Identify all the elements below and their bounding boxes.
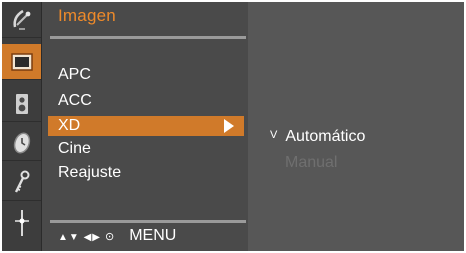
submenu-option-automatico[interactable]: V Automático: [270, 125, 365, 145]
picture-category[interactable]: [2, 44, 41, 80]
ok-button-icon: ⊙: [104, 230, 116, 243]
submenu-option-label: Automático: [285, 128, 366, 145]
nav-arrows-glyphs: ▲▼ ◀▶: [58, 231, 101, 243]
selected-check-icon: V: [270, 129, 278, 141]
time-category[interactable]: [2, 125, 41, 161]
menu-hint-label: MENU: [129, 227, 177, 244]
navigation-hint: ▲▼ ◀▶ ⊙ MENU: [58, 226, 176, 246]
menu-item-apc[interactable]: APC: [58, 65, 91, 85]
category-icon-column: [2, 2, 42, 251]
screen-category[interactable]: [2, 205, 41, 240]
menu-item-reajuste[interactable]: Reajuste: [58, 163, 121, 183]
submenu-option-manual: Manual: [285, 154, 338, 171]
menu-title: Imagen: [58, 6, 116, 25]
footer-divider: [50, 220, 246, 223]
menu-item-xd-label: XD: [58, 117, 81, 134]
nav-arrows-icon: ▲▼ ◀▶ ⊙: [58, 230, 115, 243]
picture-menu-panel: Imagen APC ACC XD Cine Reajuste ▲▼ ◀▶ ⊙ M…: [42, 2, 248, 251]
menu-item-cine[interactable]: Cine: [58, 139, 91, 159]
submenu-arrow-icon: [224, 119, 234, 133]
satellite-dish-icon: [12, 9, 30, 30]
special-category[interactable]: [2, 165, 41, 201]
menu-item-xd[interactable]: XD: [48, 116, 244, 136]
input-icon: [14, 209, 29, 236]
picture-icon: [10, 52, 33, 71]
xd-submenu-panel: V Automático Manual: [248, 2, 464, 251]
station-category[interactable]: [2, 2, 41, 38]
title-divider: [50, 36, 246, 39]
speaker-icon: [15, 93, 28, 114]
audio-category[interactable]: [2, 86, 41, 122]
clock-icon: [13, 132, 30, 153]
tv-osd-menu: Imagen APC ACC XD Cine Reajuste ▲▼ ◀▶ ⊙ M…: [2, 2, 464, 251]
menu-item-acc[interactable]: ACC: [58, 91, 92, 111]
key-icon: [14, 170, 29, 193]
